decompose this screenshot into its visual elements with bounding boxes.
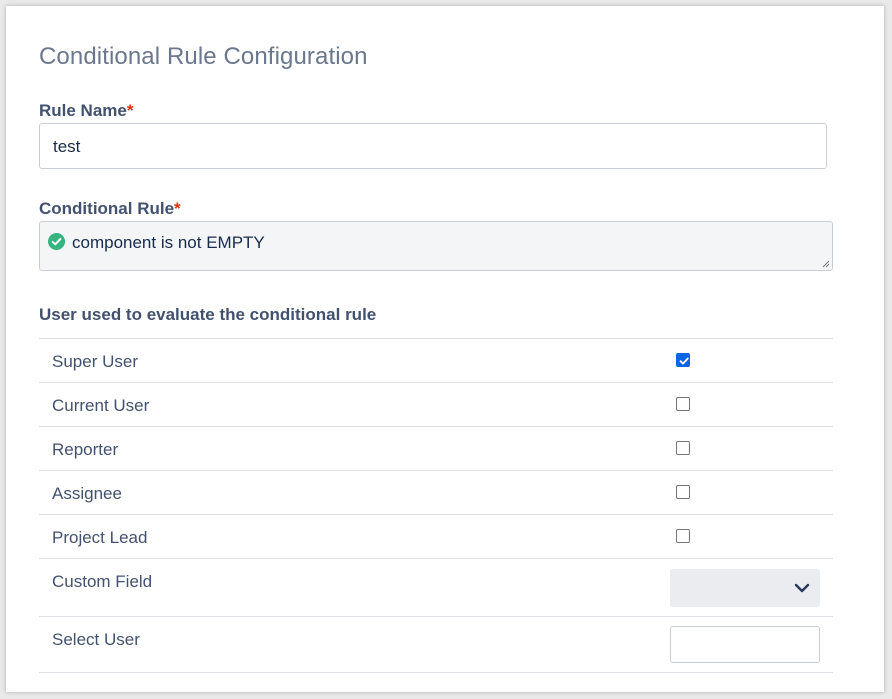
rule-name-input[interactable]: test <box>39 123 827 169</box>
resize-grip-icon[interactable] <box>822 260 830 268</box>
custom-field-label: Custom Field <box>52 572 153 591</box>
select-user-label: Select User <box>52 630 140 649</box>
project-lead-checkbox[interactable] <box>676 529 690 543</box>
user-option-row-current-user: Current User <box>39 383 833 427</box>
required-marker: * <box>174 199 181 218</box>
user-option-label: Super User <box>52 352 138 371</box>
check-circle-icon <box>48 233 65 250</box>
user-option-row-custom-field: Custom Field <box>39 559 833 617</box>
user-option-row-assignee: Assignee <box>39 471 833 515</box>
current-user-checkbox[interactable] <box>676 397 690 411</box>
assignee-checkbox[interactable] <box>676 485 690 499</box>
rule-config-panel: Conditional Rule Configuration Rule Name… <box>6 6 884 692</box>
checkmark-icon <box>679 357 689 365</box>
user-options-table: Super User Current User Reporter Assigne… <box>39 338 833 673</box>
conditional-rule-textarea[interactable]: component is not EMPTY <box>39 221 833 271</box>
rule-name-value: test <box>53 137 81 156</box>
conditional-rule-value: component is not EMPTY <box>72 233 265 252</box>
user-option-row-reporter: Reporter <box>39 427 833 471</box>
page-title: Conditional Rule Configuration <box>39 43 368 70</box>
user-option-row-super-user: Super User <box>39 339 833 383</box>
user-section-label: User used to evaluate the conditional ru… <box>39 305 377 324</box>
chevron-down-icon <box>794 583 810 593</box>
conditional-rule-label: Conditional Rule* <box>39 199 181 218</box>
super-user-checkbox[interactable] <box>676 353 690 367</box>
user-option-label: Reporter <box>52 440 119 459</box>
reporter-checkbox[interactable] <box>676 441 690 455</box>
user-option-label: Assignee <box>52 484 122 503</box>
required-marker: * <box>126 101 134 120</box>
user-option-row-select-user: Select User <box>39 617 833 673</box>
user-option-label: Project Lead <box>52 528 148 547</box>
select-user-input[interactable] <box>670 626 820 663</box>
custom-field-select[interactable] <box>670 569 820 607</box>
user-option-row-project-lead: Project Lead <box>39 515 833 559</box>
rule-name-label: Rule Name* <box>39 101 134 120</box>
user-option-label: Current User <box>52 396 150 415</box>
